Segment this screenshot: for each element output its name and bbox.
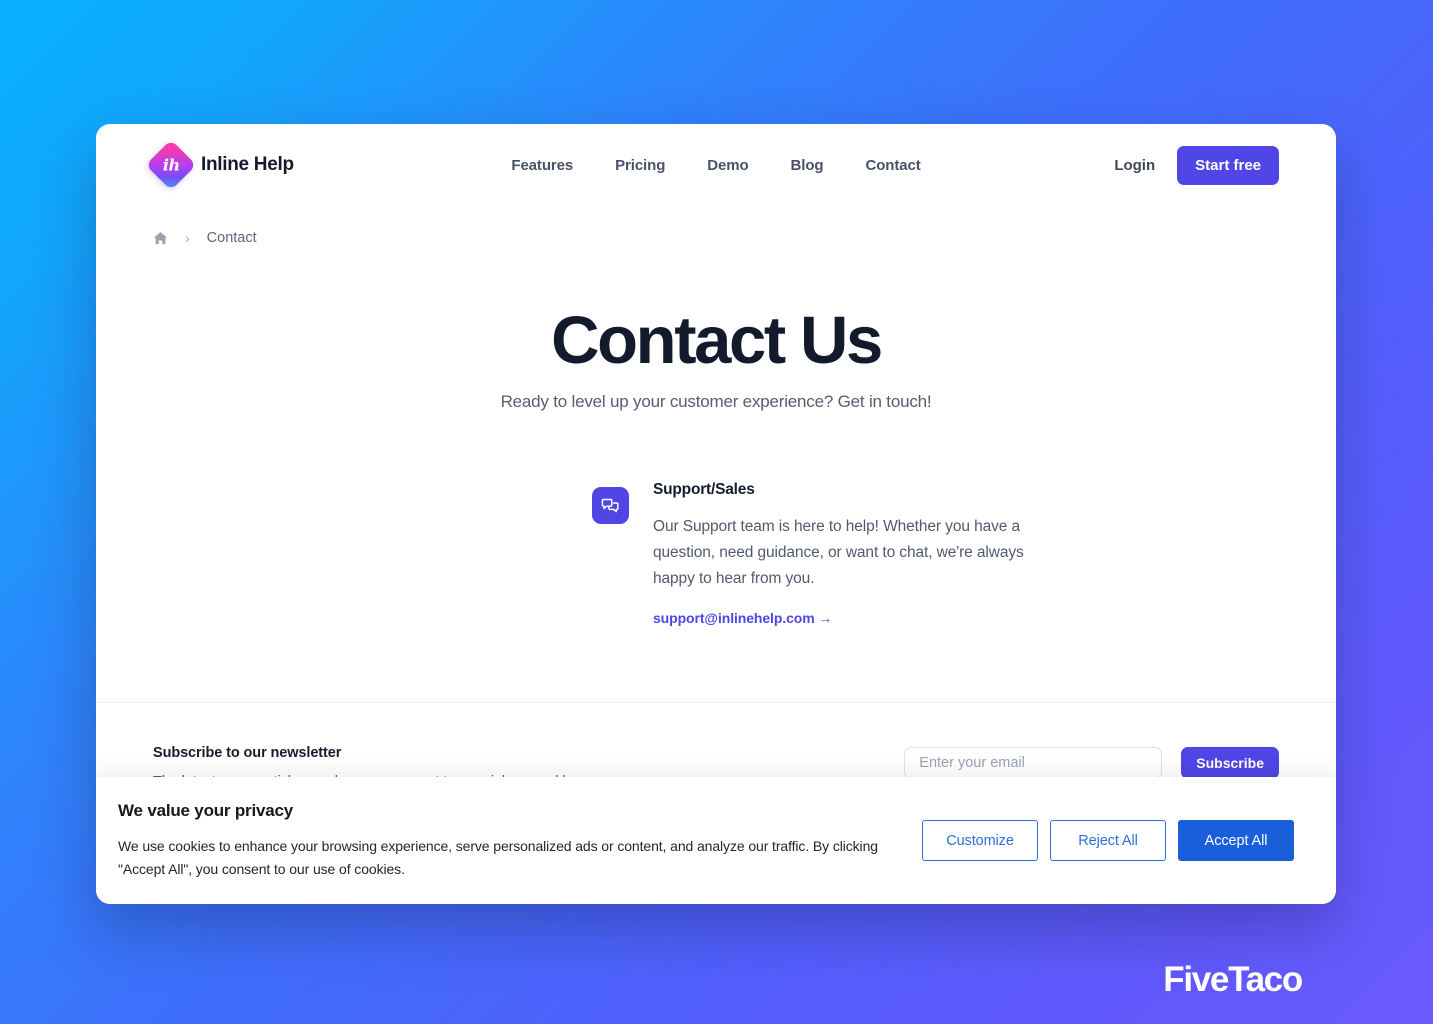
- page-subtitle: Ready to level up your customer experien…: [500, 392, 932, 412]
- contact-card-support-sales: Support/Sales Our Support team is here t…: [592, 481, 1047, 628]
- support-email-link[interactable]: support@inlinehelp.com →: [653, 610, 832, 626]
- brand-mark-text: ih: [162, 155, 180, 174]
- site-header: ih Inline Help Features Pricing Demo Blo…: [96, 124, 1336, 206]
- contact-card-title: Support/Sales: [653, 481, 755, 499]
- reject-all-cookies-button[interactable]: Reject All: [1050, 820, 1166, 861]
- customize-cookies-button[interactable]: Customize: [922, 820, 1038, 861]
- cookie-banner-title: We value your privacy: [118, 800, 294, 820]
- accept-all-cookies-button[interactable]: Accept All: [1178, 820, 1294, 861]
- cookie-consent-banner: We value your privacy We use cookies to …: [96, 777, 1336, 904]
- contact-section: Support/Sales Our Support team is here t…: [96, 412, 1336, 628]
- brand-name: Inline Help: [201, 154, 294, 175]
- nav-item-contact[interactable]: Contact: [865, 157, 920, 174]
- chat-bubbles-icon: [592, 487, 629, 525]
- breadcrumb: › Contact: [96, 206, 1336, 254]
- cookie-banner-actions: Customize Reject All Accept All: [922, 820, 1294, 861]
- newsletter-title: Subscribe to our newsletter: [153, 745, 342, 761]
- site-card: ih Inline Help Features Pricing Demo Blo…: [96, 124, 1336, 904]
- page-title: Contact Us: [551, 303, 883, 378]
- cookie-banner-body: We use cookies to enhance your browsing …: [118, 837, 878, 877]
- breadcrumb-current: Contact: [206, 230, 257, 246]
- nav-item-features[interactable]: Features: [511, 157, 573, 174]
- fivetaco-watermark: FiveTaco: [1163, 960, 1303, 999]
- newsletter-form: Subscribe: [904, 747, 1279, 779]
- breadcrumb-separator: ›: [185, 230, 190, 246]
- start-free-button[interactable]: Start free: [1177, 145, 1279, 185]
- subscribe-button[interactable]: Subscribe: [1181, 747, 1279, 779]
- contact-card-description: Our Support team is here to help! Whethe…: [653, 518, 1024, 588]
- nav-item-demo[interactable]: Demo: [707, 157, 748, 174]
- header-actions: Login Start free: [1114, 145, 1279, 185]
- nav-item-blog[interactable]: Blog: [791, 157, 824, 174]
- diamond-logo-icon: ih: [145, 139, 197, 191]
- brand-logo[interactable]: ih Inline Help: [145, 139, 294, 191]
- email-input[interactable]: [904, 747, 1163, 779]
- login-link[interactable]: Login: [1114, 157, 1155, 174]
- nav-item-pricing[interactable]: Pricing: [615, 157, 665, 174]
- hero-section: Contact Us Ready to level up your custom…: [96, 254, 1336, 412]
- home-icon[interactable]: [153, 231, 168, 246]
